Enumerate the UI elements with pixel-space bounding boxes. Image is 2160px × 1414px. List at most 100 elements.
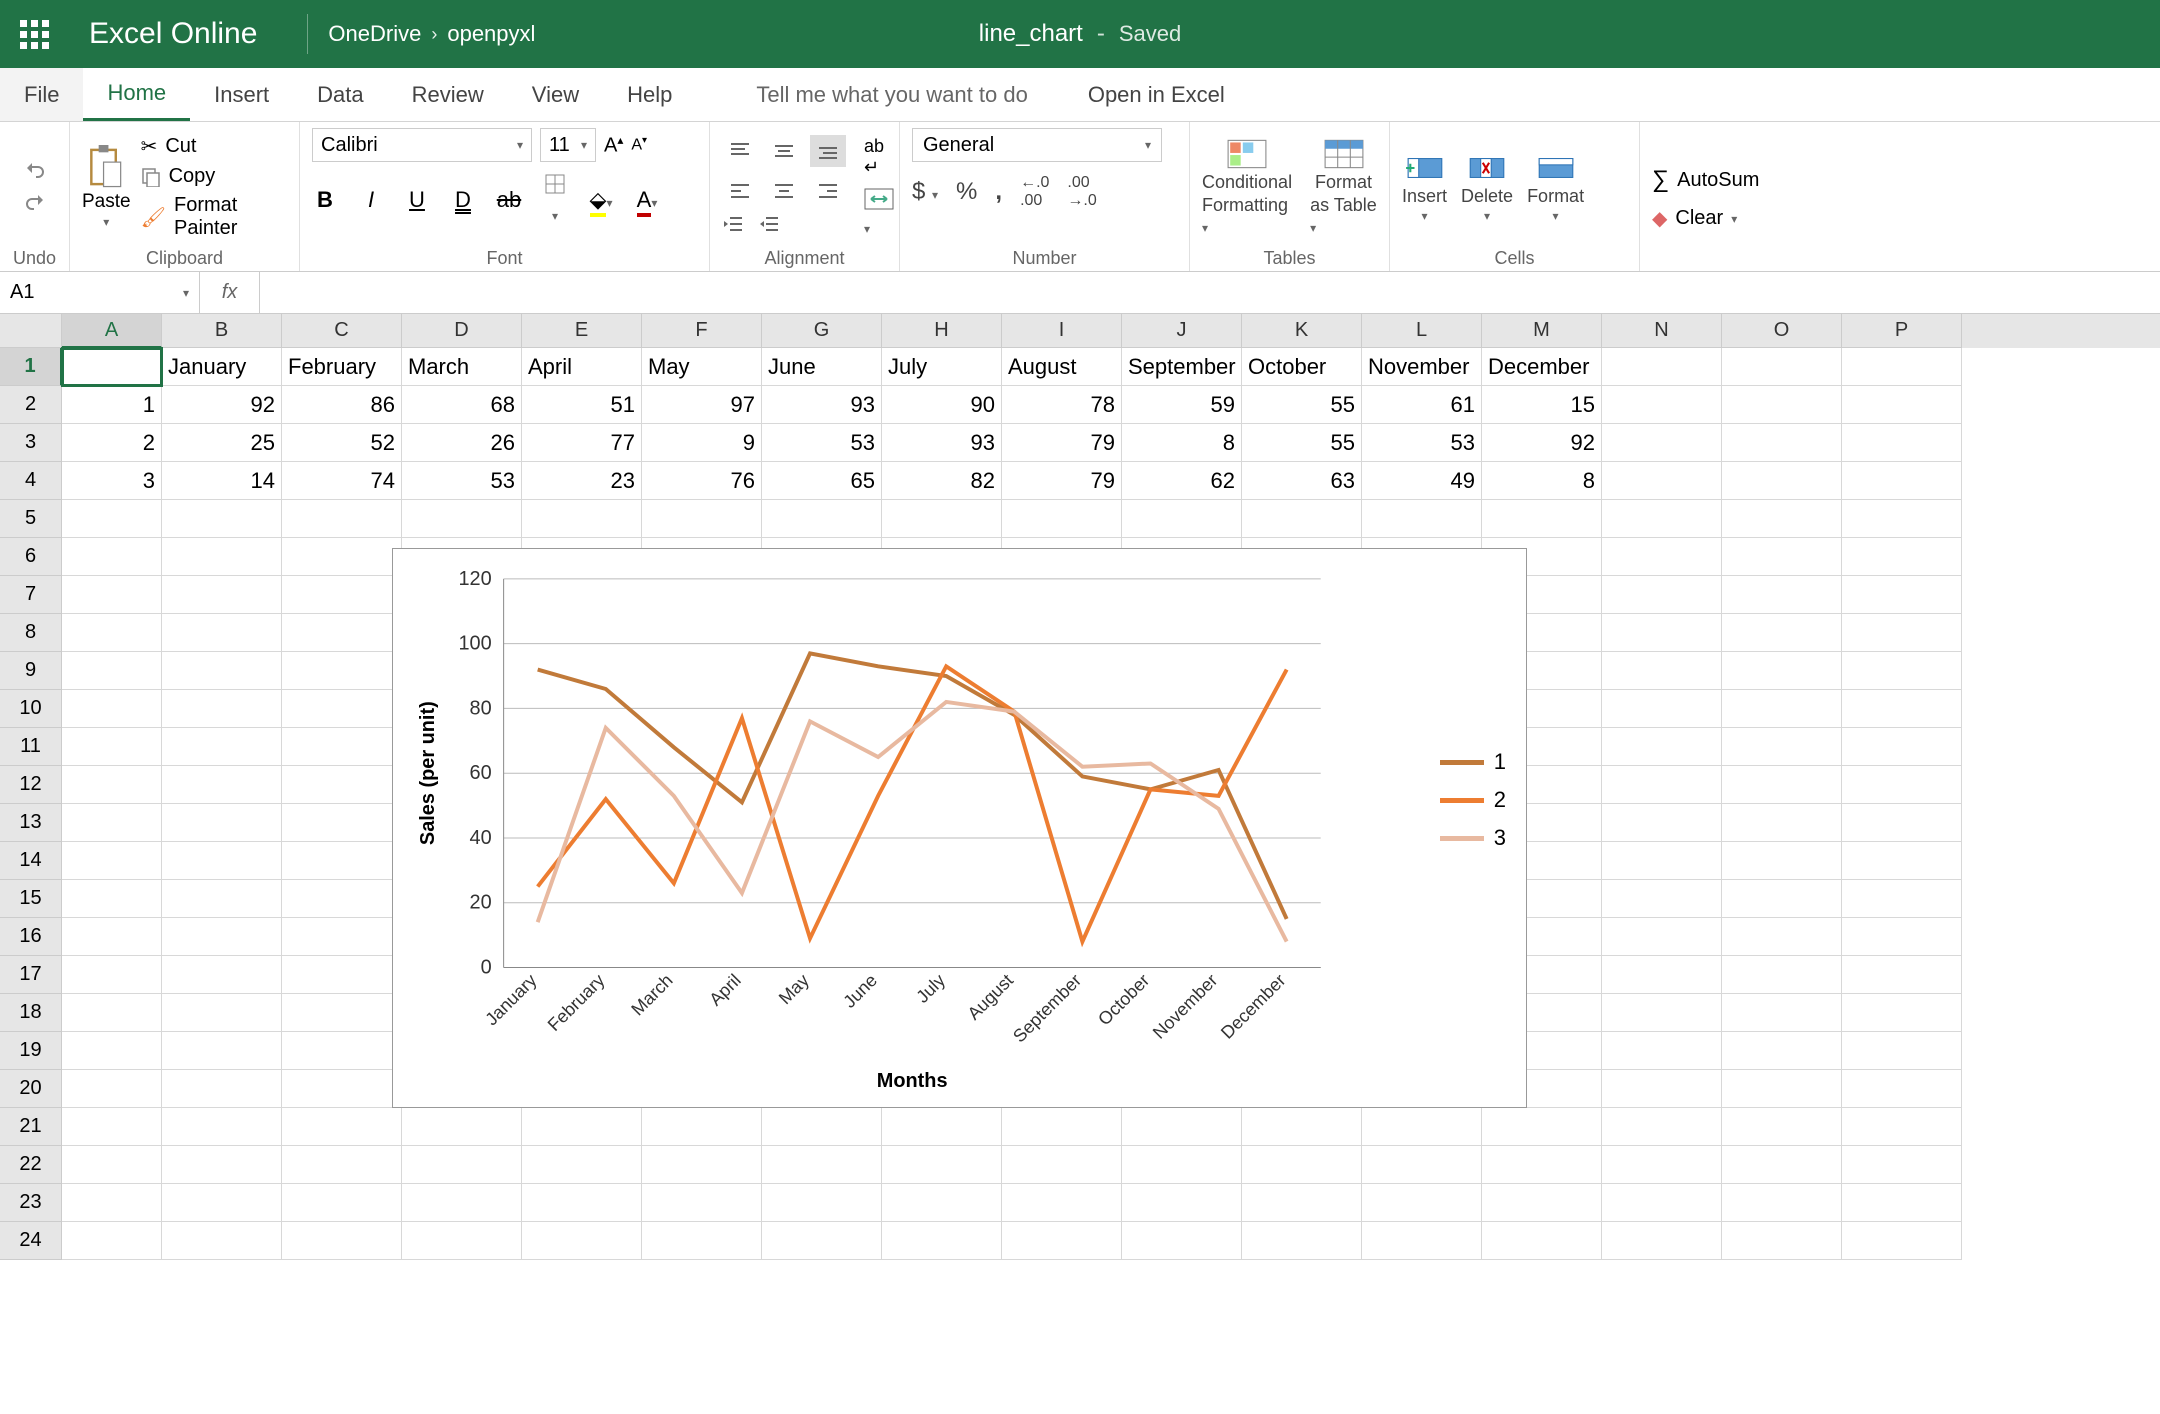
cell[interactable]: [1722, 1222, 1842, 1260]
cell[interactable]: [162, 614, 282, 652]
cell[interactable]: [62, 690, 162, 728]
cell[interactable]: 8: [1122, 424, 1242, 462]
cell[interactable]: [402, 1108, 522, 1146]
cell[interactable]: [762, 1184, 882, 1222]
cell[interactable]: [762, 1146, 882, 1184]
cell[interactable]: [162, 576, 282, 614]
row-header[interactable]: 23: [0, 1184, 62, 1222]
cell[interactable]: [1602, 766, 1722, 804]
cell[interactable]: [62, 804, 162, 842]
tab-home[interactable]: Home: [83, 68, 190, 121]
cell[interactable]: November: [1362, 348, 1482, 386]
cell[interactable]: 93: [762, 386, 882, 424]
cell[interactable]: [1722, 1108, 1842, 1146]
cell[interactable]: December: [1482, 348, 1602, 386]
cell[interactable]: [1722, 728, 1842, 766]
cell[interactable]: 51: [522, 386, 642, 424]
cell[interactable]: [1602, 1070, 1722, 1108]
cell[interactable]: 61: [1362, 386, 1482, 424]
row-header[interactable]: 21: [0, 1108, 62, 1146]
cell[interactable]: 74: [282, 462, 402, 500]
cell[interactable]: [1722, 994, 1842, 1032]
cell[interactable]: [1602, 804, 1722, 842]
cell[interactable]: [1362, 1222, 1482, 1260]
cell[interactable]: [1122, 500, 1242, 538]
tab-insert[interactable]: Insert: [190, 68, 293, 121]
align-left-icon[interactable]: [722, 175, 758, 207]
cell[interactable]: [1842, 1108, 1962, 1146]
cell[interactable]: [1842, 1070, 1962, 1108]
cell[interactable]: [282, 690, 402, 728]
cell[interactable]: [882, 1146, 1002, 1184]
cell[interactable]: 97: [642, 386, 762, 424]
cell[interactable]: [282, 1184, 402, 1222]
cell[interactable]: [1842, 462, 1962, 500]
cell[interactable]: 53: [762, 424, 882, 462]
cell[interactable]: [1242, 1184, 1362, 1222]
cell[interactable]: [162, 1146, 282, 1184]
document-name[interactable]: line_chart: [979, 20, 1083, 48]
cell[interactable]: 79: [1002, 424, 1122, 462]
cell[interactable]: [1842, 690, 1962, 728]
cell[interactable]: 55: [1242, 386, 1362, 424]
row-header[interactable]: 17: [0, 956, 62, 994]
tab-review[interactable]: Review: [388, 68, 508, 121]
cell[interactable]: [1722, 1032, 1842, 1070]
cell[interactable]: [1482, 1184, 1602, 1222]
cell[interactable]: [162, 1108, 282, 1146]
column-header[interactable]: C: [282, 314, 402, 348]
cell[interactable]: [1602, 880, 1722, 918]
align-top-icon[interactable]: [722, 135, 758, 167]
cell[interactable]: [62, 766, 162, 804]
cell[interactable]: 52: [282, 424, 402, 462]
cell[interactable]: [62, 1070, 162, 1108]
cell[interactable]: [522, 1108, 642, 1146]
clear-button[interactable]: ◆Clear▾: [1652, 206, 1788, 231]
row-header[interactable]: 15: [0, 880, 62, 918]
column-header[interactable]: N: [1602, 314, 1722, 348]
cell[interactable]: [1842, 348, 1962, 386]
cell[interactable]: 8: [1482, 462, 1602, 500]
cell[interactable]: [162, 1032, 282, 1070]
cell[interactable]: [402, 1184, 522, 1222]
cell[interactable]: April: [522, 348, 642, 386]
cell[interactable]: [1602, 614, 1722, 652]
cell[interactable]: [1842, 956, 1962, 994]
cell[interactable]: [882, 500, 1002, 538]
cell[interactable]: [62, 994, 162, 1032]
breadcrumb[interactable]: OneDrive › openpyxl: [328, 21, 535, 47]
cell[interactable]: [282, 804, 402, 842]
tab-view[interactable]: View: [508, 68, 603, 121]
cell[interactable]: January: [162, 348, 282, 386]
cell[interactable]: [642, 1184, 762, 1222]
increase-indent-icon[interactable]: [758, 215, 780, 239]
tab-data[interactable]: Data: [293, 68, 387, 121]
cell[interactable]: [282, 918, 402, 956]
cell[interactable]: [1722, 1184, 1842, 1222]
increase-decimal-icon[interactable]: ←.0.00: [1020, 174, 1049, 210]
cell[interactable]: [1482, 1222, 1602, 1260]
column-header[interactable]: L: [1362, 314, 1482, 348]
cell[interactable]: 79: [1002, 462, 1122, 500]
cell[interactable]: [282, 1146, 402, 1184]
comma-icon[interactable]: ,: [995, 178, 1002, 206]
align-bottom-icon[interactable]: [810, 135, 846, 167]
cell[interactable]: [62, 538, 162, 576]
cell[interactable]: 25: [162, 424, 282, 462]
align-right-icon[interactable]: [810, 175, 846, 207]
cell[interactable]: [1602, 652, 1722, 690]
cell[interactable]: [1602, 842, 1722, 880]
row-header[interactable]: 14: [0, 842, 62, 880]
cell[interactable]: [1602, 576, 1722, 614]
cell[interactable]: [1002, 500, 1122, 538]
cell[interactable]: [1722, 462, 1842, 500]
embedded-chart[interactable]: 020406080100120JanuaryFebruaryMarchApril…: [392, 548, 1527, 1108]
cell[interactable]: [1002, 1222, 1122, 1260]
cell[interactable]: [162, 500, 282, 538]
cell[interactable]: [282, 1222, 402, 1260]
cell[interactable]: 3: [62, 462, 162, 500]
cell[interactable]: [1842, 918, 1962, 956]
cell[interactable]: [1482, 1108, 1602, 1146]
cell[interactable]: [62, 728, 162, 766]
cell[interactable]: [1722, 1146, 1842, 1184]
